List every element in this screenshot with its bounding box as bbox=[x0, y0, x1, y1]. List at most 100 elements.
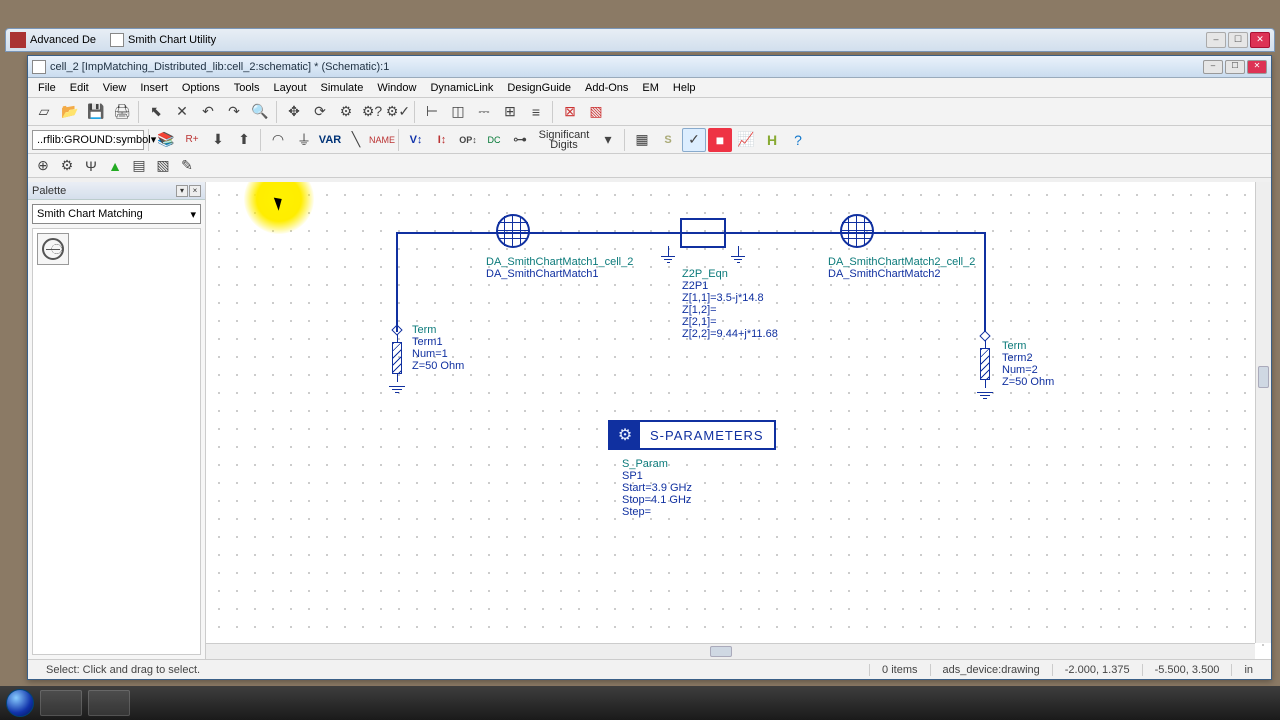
rplus-icon[interactable]: R+ bbox=[180, 128, 204, 152]
wire-icon[interactable]: ⎓ bbox=[472, 100, 496, 124]
menu-insert[interactable]: Insert bbox=[134, 80, 174, 96]
close-button[interactable]: ✕ bbox=[1247, 60, 1267, 74]
var-icon[interactable]: VAR bbox=[318, 128, 342, 152]
rotate-icon[interactable]: ⟳ bbox=[308, 100, 332, 124]
opt-icon[interactable]: OP↕ bbox=[456, 128, 480, 152]
measure-icon[interactable]: ✎ bbox=[176, 156, 198, 176]
tune-fork-icon[interactable]: Ψ bbox=[80, 156, 102, 176]
h-icon[interactable]: H bbox=[760, 128, 784, 152]
ground-icon[interactable]: ⏚ bbox=[292, 128, 316, 152]
net-icon[interactable]: ⊞ bbox=[498, 100, 522, 124]
term1-label: Term Term1 Num=1 Z=50 Ohm bbox=[412, 324, 464, 372]
save-icon[interactable]: 💾 bbox=[84, 100, 108, 124]
name-icon[interactable]: NAME bbox=[370, 128, 394, 152]
simulate-icon[interactable]: ⚙ bbox=[334, 100, 358, 124]
menu-addons[interactable]: Add-Ons bbox=[579, 80, 634, 96]
smith-match-component-button[interactable] bbox=[37, 233, 69, 265]
scroll-thumb[interactable] bbox=[1258, 366, 1269, 388]
s-icon[interactable]: S bbox=[656, 128, 680, 152]
vertical-scrollbar[interactable] bbox=[1255, 182, 1271, 643]
pin-icon[interactable]: ◫ bbox=[446, 100, 470, 124]
menu-help[interactable]: Help bbox=[667, 80, 702, 96]
titlebar[interactable]: cell_2 [ImpMatching_Distributed_lib:cell… bbox=[28, 56, 1271, 78]
nodes-icon[interactable]: ⊶ bbox=[508, 128, 532, 152]
var-label: VAR bbox=[319, 134, 341, 146]
name-label: NAME bbox=[369, 135, 395, 145]
menu-designguide[interactable]: DesignGuide bbox=[501, 80, 577, 96]
pop-icon[interactable]: ⬆ bbox=[232, 128, 256, 152]
bus-icon[interactable]: ≡ bbox=[524, 100, 548, 124]
pointer-icon[interactable]: ⬉ bbox=[144, 100, 168, 124]
bg-close-button[interactable]: ✕ bbox=[1250, 32, 1270, 48]
port-icon[interactable]: ⊢ bbox=[420, 100, 444, 124]
status-coord1: -2.000, 1.375 bbox=[1052, 664, 1142, 676]
minimize-button[interactable]: – bbox=[1203, 60, 1223, 74]
palette-category-combo[interactable]: Smith Chart Matching▾ bbox=[32, 204, 201, 224]
help-icon[interactable]: ? bbox=[786, 128, 810, 152]
library-icon[interactable]: 📚 bbox=[154, 128, 178, 152]
push-icon[interactable]: ⬇ bbox=[206, 128, 230, 152]
optimize-icon[interactable]: ⚙✓ bbox=[386, 100, 410, 124]
bg-tab-2[interactable]: Smith Chart Utility bbox=[110, 33, 216, 47]
z2p-symbol[interactable] bbox=[680, 218, 726, 248]
os-taskbar[interactable] bbox=[0, 686, 1280, 720]
menu-simulate[interactable]: Simulate bbox=[315, 80, 370, 96]
taskbar-item[interactable] bbox=[88, 690, 130, 716]
taskbar-item[interactable] bbox=[40, 690, 82, 716]
hierarchy-icon[interactable]: ▤ bbox=[128, 156, 150, 176]
open-icon[interactable]: 📂 bbox=[58, 100, 82, 124]
palette-close-button[interactable]: × bbox=[189, 185, 201, 197]
dc-icon[interactable]: DC bbox=[482, 128, 506, 152]
wire-tool-icon[interactable]: ╲ bbox=[344, 128, 368, 152]
sparam-block[interactable]: ⚙ S-PARAMETERS bbox=[608, 420, 776, 450]
bg-minimize-button[interactable]: – bbox=[1206, 32, 1226, 48]
menu-window[interactable]: Window bbox=[371, 80, 422, 96]
redo-icon[interactable]: ↷ bbox=[222, 100, 246, 124]
results-icon[interactable]: 📈 bbox=[734, 128, 758, 152]
layout-icon[interactable]: ▦ bbox=[630, 128, 654, 152]
sparam-header: S-PARAMETERS bbox=[640, 428, 774, 443]
i-icon[interactable]: I↕ bbox=[430, 128, 454, 152]
delete-icon[interactable]: ✕ bbox=[170, 100, 194, 124]
zoom-view-icon[interactable]: 🔍 bbox=[248, 100, 272, 124]
tree-up-icon[interactable]: ▲ bbox=[104, 156, 126, 176]
tune-icon[interactable]: ⚙? bbox=[360, 100, 384, 124]
v-icon[interactable]: V↕ bbox=[404, 128, 428, 152]
palette-pin-button[interactable]: ▾ bbox=[176, 185, 188, 197]
bg-tab-1[interactable]: Advanced De bbox=[30, 34, 96, 46]
menu-tools[interactable]: Tools bbox=[228, 80, 266, 96]
component-history-combo[interactable]: ..rflib:GROUND:symbol▾ bbox=[32, 130, 144, 150]
smith-match-2-symbol[interactable] bbox=[840, 214, 874, 248]
menu-view[interactable]: View bbox=[97, 80, 133, 96]
menu-layout[interactable]: Layout bbox=[267, 80, 312, 96]
schematic-canvas[interactable]: Term Term1 Num=1 Z=50 Ohm Term Term2 Num… bbox=[206, 182, 1271, 659]
menu-file[interactable]: File bbox=[32, 80, 62, 96]
smith-match-1-symbol[interactable] bbox=[496, 214, 530, 248]
deactivate-icon[interactable]: ⊠ bbox=[558, 100, 582, 124]
move-icon[interactable]: ✥ bbox=[282, 100, 306, 124]
sig-digits-button[interactable]: SignificantDigits bbox=[534, 128, 594, 152]
arc-icon[interactable]: ◠ bbox=[266, 128, 290, 152]
print-icon[interactable]: 🖨 bbox=[110, 100, 134, 124]
menu-dynamiclink[interactable]: DynamicLink bbox=[424, 80, 499, 96]
new-icon[interactable]: ▱ bbox=[32, 100, 56, 124]
scroll-thumb[interactable] bbox=[710, 646, 732, 657]
gear-icon[interactable]: ⚙ bbox=[56, 156, 78, 176]
menu-options[interactable]: Options bbox=[176, 80, 226, 96]
horizontal-scrollbar[interactable] bbox=[206, 643, 1255, 659]
menu-em[interactable]: EM bbox=[636, 80, 665, 96]
snap-icon[interactable]: ✓ bbox=[682, 128, 706, 152]
maximize-button[interactable]: ☐ bbox=[1225, 60, 1245, 74]
bg-maximize-button[interactable]: ☐ bbox=[1228, 32, 1248, 48]
chart-icon[interactable]: ▧ bbox=[152, 156, 174, 176]
term2-symbol[interactable] bbox=[976, 332, 994, 399]
undo-icon[interactable]: ↶ bbox=[196, 100, 220, 124]
zoom-in-icon[interactable]: ⊕ bbox=[32, 156, 54, 176]
short-icon[interactable]: ▧ bbox=[584, 100, 608, 124]
start-button[interactable] bbox=[6, 689, 34, 717]
record-icon[interactable]: ■ bbox=[708, 128, 732, 152]
menu-edit[interactable]: Edit bbox=[64, 80, 95, 96]
term1-symbol[interactable] bbox=[388, 326, 406, 393]
dropdown-icon[interactable]: ▾ bbox=[596, 128, 620, 152]
palette-title[interactable]: Palette ▾ × bbox=[28, 182, 205, 200]
